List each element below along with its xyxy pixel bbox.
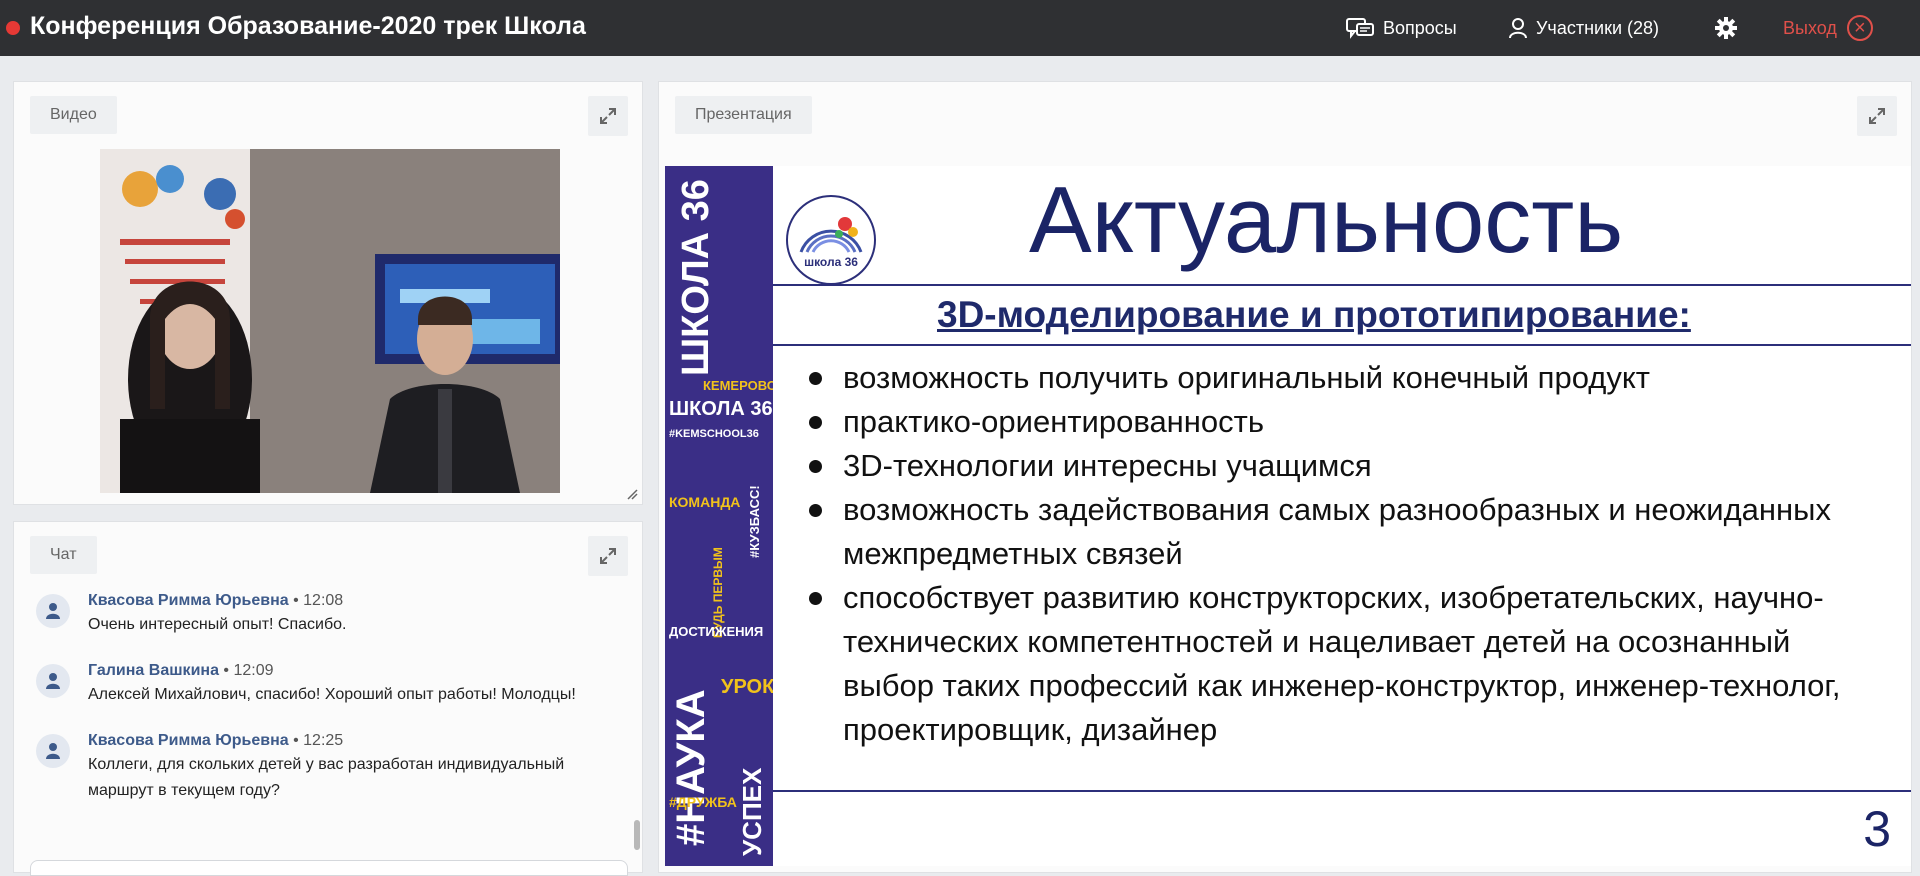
chat-text: Коллеги, для скольких детей у вас разраб… [88,756,565,799]
sidebar-city: КЕМЕРОВО [703,378,773,393]
chat-message: Галина Вашкина • 12:09 Алексей Михайлови… [14,660,624,708]
slide-subtitle: 3D-моделирование и прототипирование: [937,294,1691,335]
resize-grip-icon[interactable] [626,488,638,500]
slide-bullet: возможность задействования самых разнооб… [805,488,1885,576]
presentation-panel: Презентация ШКОЛА 36 КЕМЕРОВО ШКОЛА 36 #… [659,82,1911,872]
slide-bullet: способствует развитию конструкторских, и… [805,576,1885,752]
participants-label: Участники (28) [1536,17,1660,38]
slide-rule-top [773,284,1911,286]
slide-bullet: практико-ориентированность [805,400,1885,444]
user-icon [1509,18,1527,39]
chat-text: Алексей Михайлович, спасибо! Хороший опы… [88,686,576,703]
exit-button[interactable]: Выход × [1783,15,1873,41]
chat-time: • 12:09 [218,662,274,679]
sidebar-druzhba: #ДРУЖБА [669,794,737,810]
participants-button[interactable]: Участники (28) [1508,16,1659,40]
chat-message: Квасова Римма Юрьевна • 12:25 Коллеги, д… [14,730,624,804]
video-stream[interactable] [100,149,560,493]
questions-label: Вопросы [1383,17,1457,38]
presentation-expand-button[interactable] [1857,96,1897,136]
chat-author: Галина Вашкина [88,662,219,679]
chat-panel: Чат Квасова Римма Юрьевна • 12:08 Очень … [14,522,642,876]
chat-time: • 12:08 [288,592,344,609]
exit-label: Выход [1783,17,1837,38]
video-expand-button[interactable] [588,96,628,136]
chat-message-list: Квасова Римма Юрьевна • 12:08 Очень инте… [14,590,624,826]
sidebar-nauka: #НАУКА [669,689,713,846]
sidebar-achievements: ДОСТИЖЕНИЯ [669,624,764,639]
slide-title: Актуальность [1029,167,1624,272]
conference-title: Конференция Образование-2020 трек Школа [30,12,586,40]
sidebar-urok: УРОК [721,676,773,698]
expand-icon [1869,108,1885,124]
school-logo: школа 36 [786,195,876,285]
top-bar: Конференция Образование-2020 трек Школа … [0,0,1920,56]
settings-button[interactable] [1714,16,1746,40]
close-icon: × [1846,15,1873,41]
expand-icon [600,108,616,124]
slide-bullet: возможность получить оригинальный конечн… [805,356,1885,400]
chat-scrollbar[interactable] [634,820,640,850]
chat-text: Очень интересный опыт! Спасибо. [88,616,347,633]
video-stream-picture [100,149,560,493]
sidebar-kuzbass: #КУЗБАСС! [747,485,762,558]
sidebar-team: КОМАНДА [669,494,741,510]
avatar-icon [36,594,70,628]
slide-rule-bottom [773,790,1911,792]
chat-expand-button[interactable] [588,536,628,576]
slide-bullet-list: возможность получить оригинальный конечн… [805,356,1885,752]
sidebar-uspekh: УСПЕХ [737,767,767,856]
svg-text:школа 36: школа 36 [804,255,858,269]
recording-indicator [6,21,20,35]
video-panel: Видео [14,82,642,504]
sidebar-school-small: ШКОЛА 36 [669,398,773,420]
chat-time: • 12:25 [288,732,344,749]
questions-button[interactable]: Вопросы [1345,16,1457,40]
chat-author: Квасова Римма Юрьевна [88,592,289,609]
slide-page-number: 3 [1863,801,1891,857]
avatar-icon [36,664,70,698]
slide-rule-sub [773,344,1911,346]
chat-input[interactable] [30,860,628,876]
sidebar-school-big: ШКОЛА 36 [675,179,717,376]
chat-tab[interactable]: Чат [30,536,97,574]
slide-bullet: 3D-технологии интересны учащимся [805,444,1885,488]
expand-icon [600,548,616,564]
chat-author: Квасова Римма Юрьевна [88,732,289,749]
gear-icon [1715,17,1737,39]
presentation-slide: ШКОЛА 36 КЕМЕРОВО ШКОЛА 36 #KEMSCHOOL36 … [665,166,1911,866]
chat-message: Квасова Римма Юрьевна • 12:08 Очень инте… [14,590,624,638]
questions-icon [1346,18,1374,39]
video-tab[interactable]: Видео [30,96,117,134]
presentation-tab[interactable]: Презентация [675,96,812,134]
sidebar-hashtag: #KEMSCHOOL36 [669,428,759,440]
slide-sidebar-banner: ШКОЛА 36 КЕМЕРОВО ШКОЛА 36 #KEMSCHOOL36 … [665,166,773,866]
avatar-icon [36,734,70,768]
